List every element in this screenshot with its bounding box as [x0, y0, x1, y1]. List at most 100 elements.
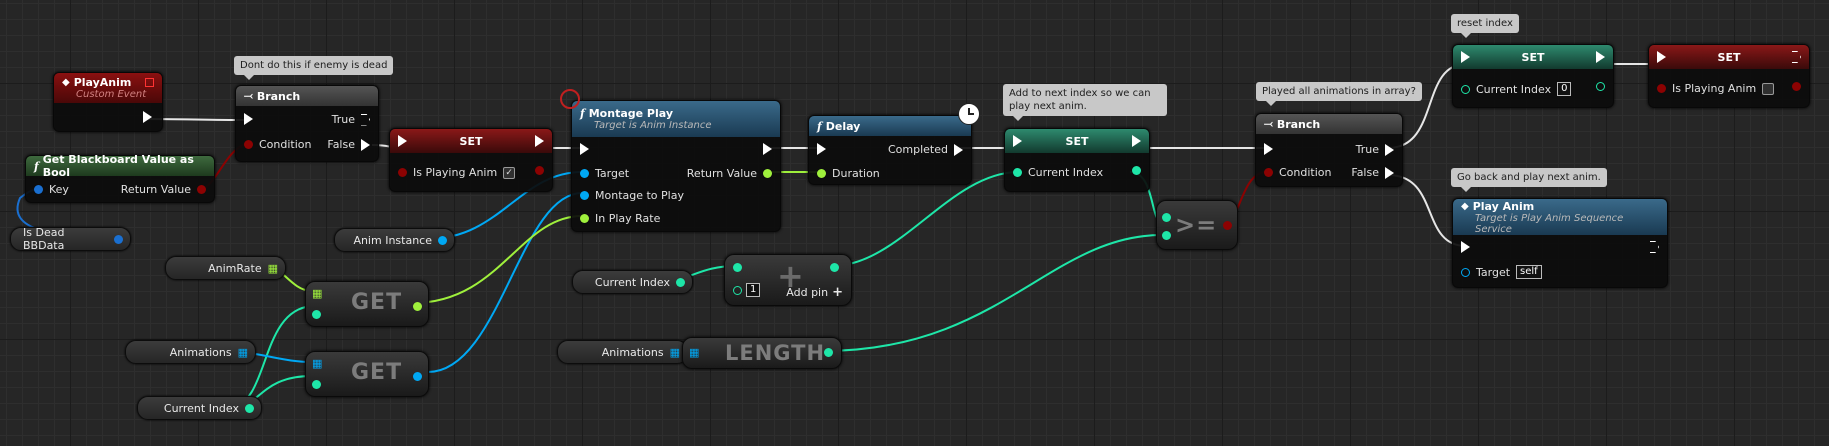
blueprint-graph[interactable]: Dont do this if enemy is dead Add to nex… [0, 0, 1829, 446]
true-pin[interactable]: True [1356, 143, 1394, 156]
int-pin-icon[interactable] [312, 380, 321, 389]
int-pin-icon[interactable] [312, 310, 321, 319]
node-montage-play[interactable]: f Montage Play Target is Anim Instance Ta… [571, 100, 781, 232]
int-pin-icon[interactable] [733, 263, 742, 272]
checkbox[interactable]: ✓ [503, 166, 516, 179]
key-pin[interactable]: Key [34, 183, 69, 196]
exec-out-pin[interactable] [1792, 51, 1801, 63]
bool-out-pin[interactable] [1792, 82, 1801, 91]
array-icon[interactable]: ▦ [312, 287, 322, 300]
exec-out-pin[interactable] [763, 143, 772, 155]
false-pin[interactable]: False [327, 138, 370, 151]
node-get-blackboard-bool[interactable]: f Get Blackboard Value as Bool Key Retur… [25, 153, 215, 203]
var-current-index-2[interactable]: Current Index [572, 270, 693, 294]
function-icon: f [34, 159, 39, 173]
object-pin-icon[interactable] [413, 372, 422, 381]
return-value-pin[interactable]: Return Value [687, 167, 772, 180]
node-branch-2[interactable]: ⤙ Branch True Condition False [1255, 113, 1403, 187]
pin-label: Duration [832, 167, 880, 180]
var-animations-2[interactable]: Animations ▦ [557, 340, 688, 364]
target-value[interactable]: self [1516, 265, 1542, 279]
current-index-pin[interactable]: Current Index 0 [1461, 82, 1572, 96]
node-playanim-event[interactable]: ◆ PlayAnim Custom Event [53, 72, 163, 132]
node-set-current-index[interactable]: SET Current Index [1004, 128, 1150, 192]
montage-to-play-pin[interactable]: Montage to Play [580, 189, 684, 202]
node-get-animations[interactable]: ▦ GET [305, 351, 429, 397]
var-anim-instance[interactable]: Anim Instance [334, 228, 455, 252]
array-icon[interactable]: ▦ [312, 357, 322, 370]
exec-out-pin[interactable] [1650, 241, 1659, 253]
checkbox[interactable] [1762, 82, 1775, 95]
add-pin-button[interactable]: Add pin + [786, 285, 843, 300]
exec-out-pin[interactable] [143, 111, 152, 123]
exec-in-pin[interactable] [1264, 143, 1273, 155]
node-add[interactable]: 1 + Add pin + [724, 254, 852, 306]
node-delay[interactable]: f Delay Completed Duration [808, 115, 972, 185]
exec-in-pin[interactable] [1461, 51, 1470, 63]
var-is-dead-bbdata[interactable]: Is Dead BBData [10, 226, 131, 252]
duration-pin[interactable]: Duration [817, 167, 880, 180]
node-title: SET [459, 134, 483, 148]
get-label: GET [351, 360, 403, 385]
bool-pin-icon[interactable] [1223, 221, 1232, 230]
exec-in-pin[interactable] [580, 143, 589, 155]
exec-out-pin[interactable] [535, 135, 544, 147]
exec-in-pin[interactable] [1013, 135, 1022, 147]
condition-pin[interactable]: Condition [244, 138, 312, 151]
node-length[interactable]: ▦ LENGTH [682, 337, 842, 369]
exec-in-pin[interactable] [1461, 241, 1470, 253]
exec-in-pin[interactable] [398, 135, 407, 147]
comment-reset-index: reset index [1451, 14, 1519, 38]
exec-in-pin[interactable] [244, 113, 253, 125]
var-anim-rate[interactable]: AnimRate ▦ [165, 256, 286, 280]
node-greater-equal[interactable]: >= [1156, 200, 1238, 250]
exec-in-pin[interactable] [1657, 51, 1666, 63]
condition-pin[interactable]: Condition [1264, 166, 1332, 179]
add-value-input[interactable]: 1 [746, 283, 761, 297]
int-pin-icon[interactable] [1162, 213, 1171, 222]
node-set-is-playing-1[interactable]: SET Is Playing Anim ✓ [389, 128, 553, 192]
float-pin-icon[interactable] [413, 302, 422, 311]
pin-label: Condition [1279, 166, 1332, 179]
var-animations-1[interactable]: Animations ▦ [125, 340, 256, 364]
int-pin-icon[interactable] [830, 263, 839, 272]
int-out-pin[interactable] [1132, 166, 1141, 175]
node-set-current-index-reset[interactable]: SET Current Index 0 [1452, 44, 1614, 108]
exec-out-pin[interactable] [1132, 135, 1141, 147]
int-wire [822, 234, 1163, 352]
node-subtitle: Custom Event [76, 89, 147, 100]
in-play-rate-pin[interactable]: In Play Rate [580, 212, 660, 225]
true-pin[interactable]: True [332, 113, 370, 126]
exec-arrow-icon [1264, 143, 1273, 155]
int-out-pin[interactable] [1596, 82, 1605, 91]
target-pin[interactable]: Target [580, 167, 629, 180]
var-label: Current Index [594, 275, 670, 289]
is-playing-anim-pin[interactable]: Is Playing Anim ✓ [398, 166, 516, 179]
completed-pin[interactable]: Completed [888, 143, 963, 156]
breakpoint-icon[interactable] [560, 89, 580, 109]
node-get-anim-rate[interactable]: ▦ GET [305, 281, 429, 327]
bool-out-pin[interactable] [535, 166, 544, 175]
node-branch-1[interactable]: ⤙ Branch True Condition False [235, 85, 379, 162]
int-pin-icon[interactable] [824, 348, 833, 357]
comment-played-all: Played all animations in array? [1256, 82, 1422, 106]
object-pin-icon [580, 191, 589, 200]
delegate-pin-icon[interactable] [145, 78, 154, 87]
return-value-pin[interactable]: Return Value [121, 183, 206, 196]
exec-arrow-outline-icon [1650, 241, 1659, 253]
current-index-value-input[interactable]: 0 [1557, 82, 1572, 96]
array-icon[interactable]: ▦ [689, 346, 699, 359]
target-pin[interactable]: Target self [1461, 265, 1542, 279]
pin-label: False [1351, 166, 1379, 179]
array-icon: ▦ [669, 345, 680, 359]
var-current-index-1[interactable]: Current Index [137, 396, 262, 420]
int-pin-icon[interactable] [1162, 231, 1171, 240]
false-pin[interactable]: False [1351, 166, 1394, 179]
exec-in-pin[interactable] [817, 143, 826, 155]
current-index-pin[interactable]: Current Index [1013, 166, 1103, 179]
exec-out-pin[interactable] [1596, 51, 1605, 63]
is-playing-anim-pin[interactable]: Is Playing Anim [1657, 82, 1775, 95]
node-play-anim-call[interactable]: ◆ Play Anim Target is Play Anim Sequence … [1452, 198, 1668, 288]
node-set-is-playing-2[interactable]: SET Is Playing Anim [1648, 44, 1810, 108]
add-input-pin[interactable]: 1 [733, 283, 761, 297]
